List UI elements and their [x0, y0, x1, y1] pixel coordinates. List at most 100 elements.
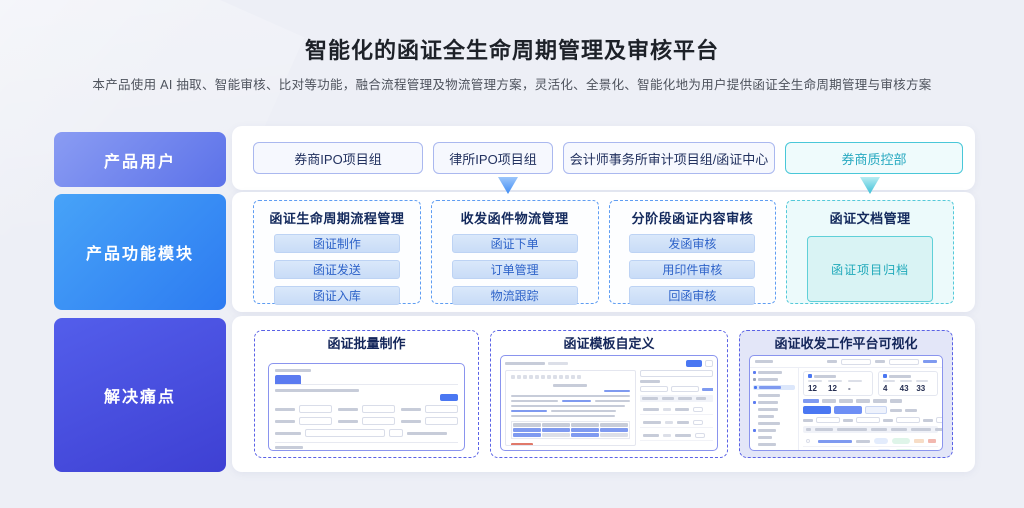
placeholder-bar	[511, 395, 630, 397]
panel-icon	[808, 374, 812, 378]
placeholder-bar	[275, 431, 301, 435]
placeholder-bar	[401, 407, 421, 411]
stat-value: -	[848, 384, 851, 393]
placeholder-bar	[511, 415, 616, 417]
user-chip-label: 券商质控部	[841, 151, 907, 167]
user-chip-label: 会计师事务所审计项目组/函证中心	[569, 151, 769, 167]
placeholder-button	[440, 394, 458, 401]
stat-value: 4	[883, 384, 888, 393]
stat-value: 12	[828, 384, 837, 393]
template-editor-screenshot-thumbnail	[500, 355, 718, 451]
module-group-review: 分阶段函证内容审核 发函审核 用印件审核 回函审核	[608, 200, 777, 305]
module-group-title: 分阶段函证内容审核	[631, 211, 754, 226]
form-fields-skeleton	[275, 405, 458, 425]
user-chip-broker-qc: 券商质控部	[785, 142, 963, 174]
placeholder-bar	[639, 380, 660, 383]
filter-row-placeholder	[803, 417, 942, 423]
placeholder-bar	[338, 407, 358, 411]
placeholder-bar	[407, 431, 447, 435]
document-page-placeholder	[505, 370, 636, 446]
user-chip-broker-ipo: 券商IPO项目组	[253, 142, 423, 174]
divider	[275, 442, 458, 443]
placeholder-bar	[401, 419, 421, 423]
placeholder-bar	[275, 407, 295, 411]
page-title: 智能化的函证全生命周期管理及审核平台	[304, 38, 719, 63]
placeholder-input	[389, 429, 403, 437]
placeholder-bar	[603, 390, 630, 392]
placeholder-input	[705, 360, 713, 367]
module-group-title: 收发函件物流管理	[460, 211, 569, 226]
sidebar-active-item	[753, 385, 795, 390]
user-chip-accounting-audit: 会计师事务所审计项目组/函证中心	[563, 142, 775, 174]
archive-item: 函证项目归档	[831, 262, 910, 277]
stat-panel-right: 4 43 33	[878, 371, 938, 396]
module-item: 物流跟踪	[451, 286, 578, 305]
action-buttons-placeholder	[803, 406, 938, 414]
stat-panel-left: 12 12 -	[803, 371, 873, 396]
pain-card-title: 函证批量制作	[327, 336, 406, 351]
row-label-painpoints-text: 解决痛点	[103, 389, 176, 406]
stat-value: 12	[808, 384, 817, 393]
module-group-title: 函证生命周期流程管理	[269, 211, 405, 226]
placeholder-bar	[505, 362, 545, 365]
dashboard-main-placeholder: 12 12 - 4 43 33	[799, 368, 942, 450]
user-chip-label: 律所IPO项目组	[449, 151, 537, 167]
pain-card-batch-create: 函证批量制作	[254, 330, 479, 458]
page-subtitle: 本产品使用 AI 抽取、智能审核、比对等功能，融合流程管理及物流管理方案，灵活化…	[92, 78, 932, 92]
module-item: 发函审核	[629, 234, 756, 253]
doc-title-placeholder	[553, 384, 588, 387]
module-item: 函证发送	[273, 260, 400, 279]
archive-highlight-box: 函证项目归档	[807, 236, 934, 302]
painpoints-panel: 函证批量制作 函证模板自定义 函证收发工作平台可视化 12 12 - 4 43 …	[232, 316, 975, 472]
row-label-modules: 产品功能模块	[54, 194, 226, 310]
placeholder-input	[362, 405, 395, 413]
doc-table-placeholder	[511, 421, 630, 439]
module-item: 回函审核	[629, 286, 756, 305]
pain-card-template-custom: 函证模板自定义	[490, 330, 728, 458]
placeholder-bar	[338, 419, 358, 423]
tab-row-placeholder	[803, 399, 938, 403]
placeholder-bar	[275, 369, 311, 372]
placeholder-input	[639, 370, 713, 377]
modules-panel: 函证生命周期流程管理 函证制作 函证发送 函证入库 收发函件物流管理 函证下单 …	[232, 192, 975, 312]
row-label-modules-text: 产品功能模块	[85, 246, 194, 263]
pain-card-title: 函证收发工作平台可视化	[774, 336, 918, 351]
module-item: 函证下单	[451, 234, 578, 253]
placeholder-input	[425, 417, 458, 425]
dashboard-sidebar-placeholder	[750, 368, 799, 450]
placeholder-input	[425, 405, 458, 413]
table-rows-placeholder	[803, 436, 938, 450]
placeholder-input	[299, 417, 332, 425]
module-group-archive: 函证文档管理 函证项目归档	[786, 200, 954, 304]
placeholder-bar	[275, 419, 295, 423]
divider	[275, 384, 458, 385]
placeholder-input	[305, 429, 385, 437]
module-item: 用印件审核	[629, 260, 756, 279]
active-tab-placeholder	[275, 375, 301, 384]
placeholder-button	[686, 360, 702, 367]
stat-panels: 12 12 - 4 43 33	[803, 371, 938, 396]
row-label-users-text: 产品用户	[103, 153, 176, 171]
placeholder-bar	[548, 362, 568, 365]
module-item: 函证制作	[273, 234, 400, 253]
placeholder-input	[299, 405, 332, 413]
module-group-logistics: 收发函件物流管理 函证下单 订单管理 物流跟踪	[430, 200, 599, 305]
table-header-placeholder	[803, 426, 942, 433]
module-item: 订单管理	[451, 260, 578, 279]
infographic-canvas: 智能化的函证全生命周期管理及审核平台 本产品使用 AI 抽取、智能审核、比对等功…	[0, 0, 1024, 508]
stat-value: 43	[899, 384, 909, 393]
placeholder-bar	[275, 389, 360, 392]
placeholder-input	[362, 417, 395, 425]
placeholder-bar	[511, 405, 625, 407]
row-label-painpoints: 解决痛点	[54, 318, 226, 472]
user-chip-label: 券商IPO项目组	[294, 151, 382, 167]
placeholder-input	[639, 386, 668, 392]
pain-card-platform-visualization: 函证收发工作平台可视化 12 12 - 4 43 33	[739, 330, 953, 458]
highlight-red-placeholder	[511, 443, 533, 445]
placeholder-input	[670, 386, 699, 392]
module-item: 函证入库	[273, 286, 400, 305]
placeholder-bar	[275, 446, 303, 449]
row-label-users: 产品用户	[54, 132, 226, 187]
field-panel-placeholder	[639, 370, 713, 446]
module-group-lifecycle: 函证生命周期流程管理 函证制作 函证发送 函证入库	[253, 200, 421, 305]
